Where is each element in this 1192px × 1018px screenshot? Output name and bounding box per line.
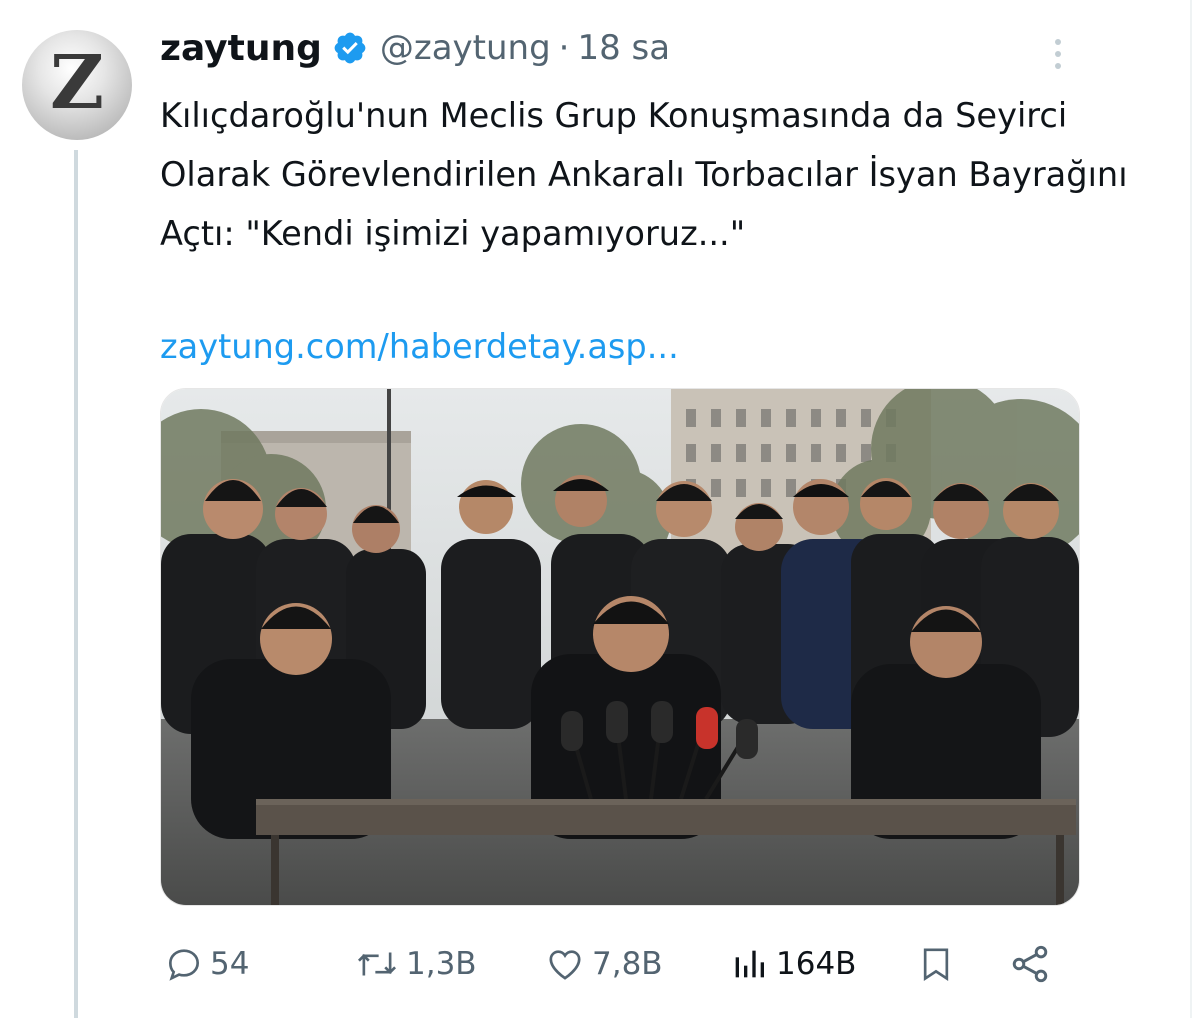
heart-icon xyxy=(549,950,581,980)
retweet-count: 1,3B xyxy=(406,946,477,982)
views-button[interactable]: 164B xyxy=(728,934,856,994)
share-icon xyxy=(1012,945,1048,983)
tweet-header: zaytung @zaytung · 18 sa xyxy=(160,22,670,74)
avatar-logo-letter: Z xyxy=(49,40,105,126)
tweet-time[interactable]: 18 sa xyxy=(577,28,670,68)
thread-line xyxy=(74,150,78,1018)
reply-count: 54 xyxy=(210,946,250,982)
avatar[interactable]: Z xyxy=(22,30,132,140)
bookmark-button[interactable] xyxy=(916,934,956,994)
bookmark-icon xyxy=(923,948,949,981)
header-separator: · xyxy=(558,28,570,68)
author-handle[interactable]: @zaytung xyxy=(380,28,551,68)
tweet-text: Kılıçdaroğlu'nun Meclis Grup Konuşmasınd… xyxy=(160,96,1128,253)
author-name[interactable]: zaytung xyxy=(160,28,322,69)
retweet-button[interactable]: 1,3B xyxy=(354,934,477,994)
like-button[interactable]: 7,8B xyxy=(544,934,663,994)
tweet-media-photo[interactable] xyxy=(160,388,1080,906)
share-button[interactable] xyxy=(1008,934,1052,994)
views-count: 164B xyxy=(776,946,857,982)
views-chart-icon xyxy=(735,950,764,978)
tweet-actions: 54 1,3B 7,8B 164B xyxy=(160,934,1060,994)
tweet-link[interactable]: zaytung.com/haberdetay.asp... xyxy=(160,322,679,372)
more-options-icon[interactable] xyxy=(1040,36,1076,72)
press-conference-photo xyxy=(161,389,1079,905)
retweet-icon xyxy=(357,952,397,976)
like-count: 7,8B xyxy=(592,946,663,982)
verified-badge-icon xyxy=(334,32,366,64)
reply-button[interactable]: 54 xyxy=(164,934,249,994)
reply-icon xyxy=(168,949,200,981)
